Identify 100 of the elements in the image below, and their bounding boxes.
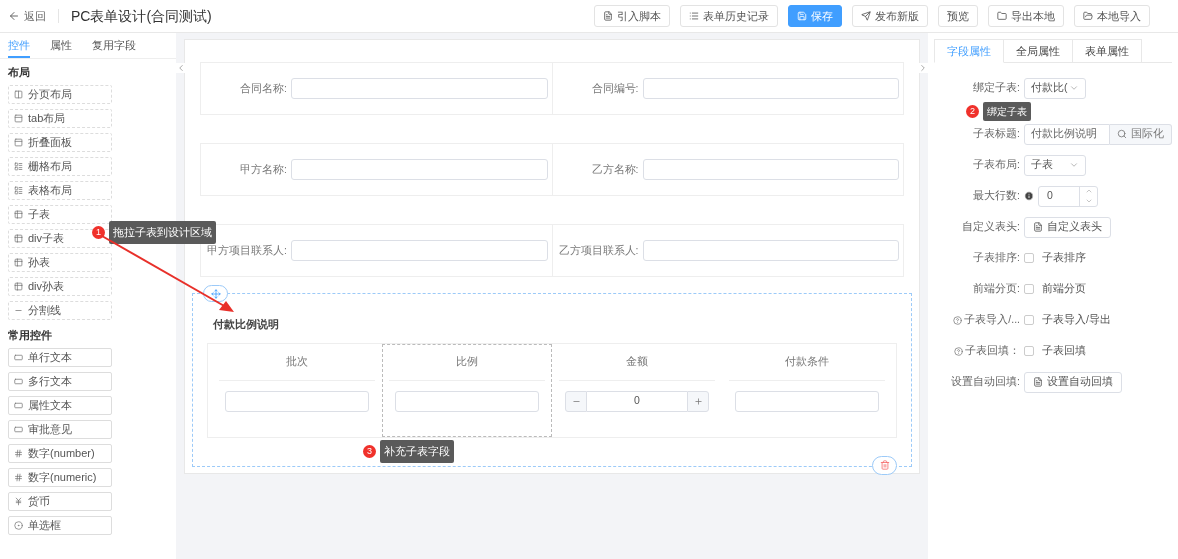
page-title: PC表单设计(合同测试) [71, 6, 212, 26]
step-number-badge: 2 [966, 104, 979, 118]
chevron-down-icon [1069, 83, 1079, 93]
subtable-title: 付款比例说明 [213, 317, 280, 332]
list-layout-icon [14, 162, 23, 171]
component-item[interactable]: tab布局 [8, 109, 112, 128]
component-item[interactable]: 单行文本 [8, 348, 112, 367]
checkbox-label: 前端分页 [1042, 281, 1086, 297]
i18n-button[interactable]: 国际化 [1110, 123, 1172, 145]
table-icon [14, 258, 23, 267]
component-item[interactable]: div孙表 [8, 277, 112, 296]
input-box-icon [14, 353, 23, 362]
open-folder-icon [1083, 11, 1093, 21]
number-icon [14, 449, 23, 458]
component-item[interactable]: 子表 [8, 205, 112, 224]
toolbar-button[interactable]: 预览 [938, 5, 978, 27]
columns-icon [14, 90, 23, 99]
property-label: 前端分页: [973, 281, 1020, 297]
checkbox-label: 子表回填 [1042, 343, 1086, 359]
document-icon [1033, 377, 1043, 387]
component-item[interactable]: 折叠面板 [8, 133, 112, 152]
number-field[interactable]: 0 [587, 390, 687, 412]
field-label: 乙方名称: [590, 161, 639, 177]
component-item[interactable]: 数字(number) [8, 444, 112, 463]
folder-icon [997, 11, 1007, 21]
property-label: 最大行数: [973, 188, 1020, 204]
text-field[interactable] [291, 159, 548, 180]
checkbox-label: 子表排序 [1042, 250, 1086, 266]
list-icon [689, 11, 699, 21]
table-icon [14, 210, 23, 219]
checkbox[interactable] [1024, 284, 1034, 294]
field-label: 甲方名称: [239, 161, 287, 177]
text-field[interactable]: 付款比例说明 [1024, 123, 1110, 145]
number-icon [14, 473, 23, 482]
text-field[interactable] [291, 78, 548, 99]
component-item[interactable]: 表格布局 [8, 181, 112, 200]
yen-icon [14, 497, 23, 506]
chevron-down-icon [1069, 160, 1079, 170]
toolbar-button[interactable]: 本地导入 [1074, 5, 1150, 27]
text-field[interactable] [642, 240, 899, 261]
component-item[interactable]: 分页布局 [8, 85, 112, 104]
text-field[interactable] [225, 390, 369, 412]
document-icon [1033, 222, 1043, 232]
annotation-tooltip: 补充子表字段 [380, 440, 454, 463]
toolbar-button[interactable]: 表单历史记录 [680, 5, 778, 27]
text-field[interactable] [735, 390, 879, 412]
text-field[interactable] [395, 390, 539, 412]
annotation-tooltip: 绑定子表 [983, 101, 1031, 121]
property-label: 子表排序: [973, 250, 1020, 266]
sidebar-tab[interactable]: 复用字段 [92, 40, 136, 58]
component-item[interactable]: 分割线 [8, 301, 112, 320]
text-field[interactable] [291, 240, 548, 261]
property-label: 子表回填： [965, 343, 1020, 359]
decrement-button[interactable] [565, 390, 587, 412]
toolbar-button[interactable]: 引入脚本 [594, 5, 670, 27]
plus-icon [693, 396, 703, 406]
property-label: 绑定子表: [973, 80, 1020, 96]
component-item[interactable]: 孙表 [8, 253, 112, 272]
property-tab[interactable]: 表单属性 [1073, 39, 1142, 63]
property-label: 自定义表头: [962, 219, 1020, 235]
input-box-icon [14, 425, 23, 434]
property-label: 设置自动回填: [951, 374, 1020, 390]
step-number-badge: 3 [363, 444, 376, 458]
number-field[interactable]: 0 [1038, 185, 1098, 207]
text-field[interactable] [642, 159, 899, 180]
property-tab[interactable]: 全局属性 [1004, 39, 1073, 63]
component-item[interactable]: 数字(numeric) [8, 468, 112, 487]
select-field[interactable]: 付款比( [1024, 77, 1086, 99]
sidebar-tab[interactable]: 属性 [50, 40, 72, 58]
back-link[interactable]: 返回 [8, 7, 46, 25]
checkbox[interactable] [1024, 315, 1034, 325]
delete-button[interactable] [872, 455, 897, 475]
back-arrow-icon [8, 10, 20, 22]
toolbar-button[interactable]: 导出本地 [988, 5, 1064, 27]
column-header: 金额 [626, 354, 648, 370]
move-handle-button[interactable] [203, 285, 228, 302]
checkbox[interactable] [1024, 346, 1034, 356]
input-box-icon [14, 377, 23, 386]
document-icon [603, 11, 613, 21]
component-item[interactable]: 栅格布局 [8, 157, 112, 176]
component-item[interactable]: 货币 [8, 492, 112, 511]
field-label: 甲方项目联系人: [206, 242, 287, 258]
trash-icon [879, 460, 890, 470]
property-label: 子表导入/... [964, 312, 1020, 328]
toolbar-button[interactable]: 发布新版 [852, 5, 928, 27]
component-item[interactable]: 多行文本 [8, 372, 112, 391]
column-header: 批次 [286, 354, 308, 370]
component-item[interactable]: 审批意见 [8, 420, 112, 439]
property-button[interactable]: 自定义表头 [1024, 216, 1111, 238]
increment-button[interactable] [687, 390, 709, 412]
select-field[interactable]: 子表 [1024, 154, 1086, 176]
text-field[interactable] [642, 78, 899, 99]
component-item[interactable]: 单选框 [8, 516, 112, 535]
property-button[interactable]: 设置自动回填 [1024, 371, 1122, 393]
field-label: 乙方项目联系人: [557, 242, 639, 258]
component-item[interactable]: 属性文本 [8, 396, 112, 415]
annotation-tooltip: 拖拉子表到设计区域 [109, 221, 216, 244]
paper-plane-icon [861, 11, 871, 21]
field-label: 合同编号: [590, 80, 639, 96]
checkbox[interactable] [1024, 253, 1034, 263]
